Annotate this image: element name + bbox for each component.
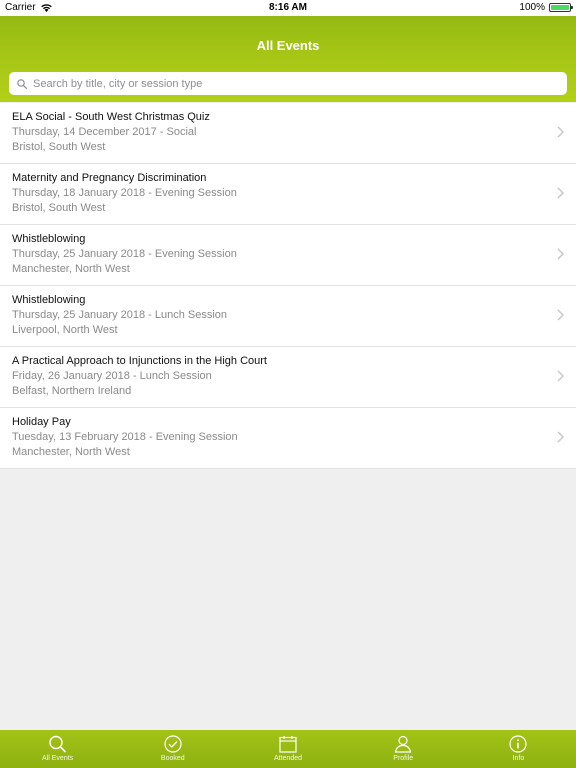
tab-bar: All Events Booked Attended Profile Info bbox=[0, 730, 576, 768]
battery-icon bbox=[549, 3, 573, 12]
event-row[interactable]: Whistleblowing Thursday, 25 January 2018… bbox=[0, 225, 576, 286]
search-input[interactable] bbox=[33, 77, 553, 90]
chevron-right-icon bbox=[557, 309, 564, 321]
event-title: ELA Social - South West Christmas Quiz bbox=[12, 111, 210, 123]
event-title: A Practical Approach to Injunctions in t… bbox=[12, 355, 267, 367]
tab-label: Attended bbox=[273, 755, 303, 762]
chevron-right-icon bbox=[557, 187, 564, 199]
event-location: Bristol, South West bbox=[12, 141, 106, 153]
chevron-right-icon bbox=[557, 126, 564, 138]
event-row[interactable]: Holiday Pay Tuesday, 13 February 2018 - … bbox=[0, 408, 576, 469]
header-area: Carrier 8:16 AM 100% All Events bbox=[0, 0, 576, 102]
event-title: Holiday Pay bbox=[12, 416, 71, 428]
event-row[interactable]: Whistleblowing Thursday, 25 January 2018… bbox=[0, 286, 576, 347]
battery-percent: 100% bbox=[519, 2, 545, 13]
status-right: 100% bbox=[519, 2, 573, 13]
tab-label: Booked bbox=[160, 755, 185, 762]
chevron-right-icon bbox=[557, 370, 564, 382]
event-location: Bristol, South West bbox=[12, 202, 106, 214]
app-screen: Carrier 8:16 AM 100% All Events Search b… bbox=[0, 0, 576, 768]
event-location: Belfast, Northern Ireland bbox=[12, 385, 132, 397]
event-date: Thursday, 25 January 2018 - Evening Sess… bbox=[12, 248, 237, 260]
event-date: Thursday, 18 January 2018 - Evening Sess… bbox=[12, 187, 237, 199]
event-date: Thursday, 14 December 2017 - Social bbox=[12, 126, 197, 138]
event-location: Manchester, North West bbox=[12, 446, 130, 458]
tab-info[interactable]: Info bbox=[461, 730, 576, 768]
info-icon bbox=[509, 735, 528, 753]
event-location: Liverpool, North West bbox=[12, 324, 118, 336]
event-date: Tuesday, 13 February 2018 - Evening Sess… bbox=[12, 431, 238, 443]
tab-label: Info bbox=[512, 755, 525, 762]
event-row[interactable]: ELA Social - South West Christmas Quiz T… bbox=[0, 103, 576, 164]
event-title: Whistleblowing bbox=[12, 233, 86, 245]
chevron-right-icon bbox=[557, 248, 564, 260]
person-icon bbox=[394, 735, 412, 753]
status-time: 8:16 AM bbox=[269, 2, 307, 13]
chevron-right-icon bbox=[557, 431, 564, 443]
event-title: Whistleblowing bbox=[12, 294, 86, 306]
tab-label: Profile bbox=[393, 755, 414, 762]
calendar-icon bbox=[279, 736, 297, 753]
search-icon bbox=[17, 78, 27, 89]
checkmark-circle-icon bbox=[164, 735, 182, 753]
nav-title: All Events bbox=[256, 38, 320, 53]
tab-all-events[interactable]: All Events bbox=[0, 730, 115, 768]
search-bar[interactable] bbox=[9, 72, 567, 95]
tab-attended[interactable]: Attended bbox=[230, 730, 345, 768]
tab-booked[interactable]: Booked bbox=[115, 730, 230, 768]
tab-label: All Events bbox=[42, 755, 74, 762]
search-icon bbox=[48, 735, 66, 753]
event-row[interactable]: Maternity and Pregnancy Discrimination T… bbox=[0, 164, 576, 225]
event-location: Manchester, North West bbox=[12, 263, 130, 275]
events-list: ELA Social - South West Christmas Quiz T… bbox=[0, 103, 576, 469]
event-date: Friday, 26 January 2018 - Lunch Session bbox=[12, 370, 212, 382]
event-title: Maternity and Pregnancy Discrimination bbox=[12, 172, 207, 184]
status-bar: Carrier 8:16 AM 100% bbox=[0, 0, 576, 16]
tab-profile[interactable]: Profile bbox=[346, 730, 461, 768]
event-date: Thursday, 25 January 2018 - Lunch Sessio… bbox=[12, 309, 228, 321]
event-row[interactable]: A Practical Approach to Injunctions in t… bbox=[0, 347, 576, 408]
